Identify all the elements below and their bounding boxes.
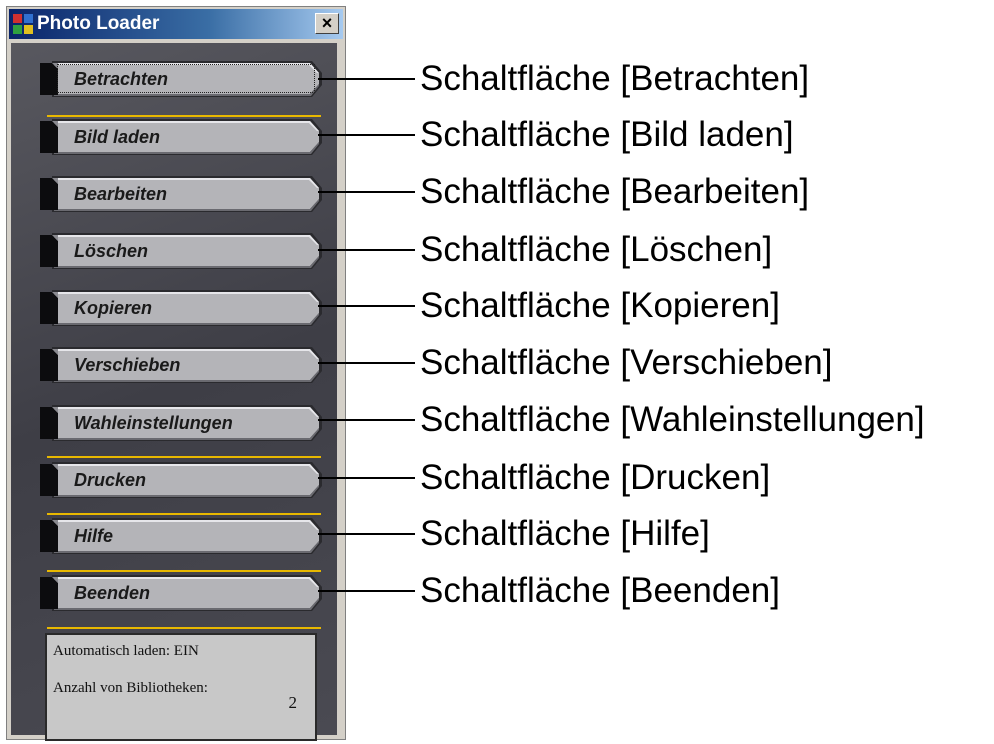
kopieren-button-label: Kopieren <box>74 298 153 318</box>
bearbeiten-button-label: Bearbeiten <box>74 184 168 204</box>
library-count-label: Anzahl von Bibliotheken: <box>53 680 208 696</box>
callout-leader-line <box>318 249 415 251</box>
auto-load-status: Automatisch laden: EIN <box>53 643 199 659</box>
beenden-button-label: Beenden <box>74 583 151 603</box>
kopieren-button[interactable]: Kopieren <box>38 288 325 328</box>
bild-laden-button[interactable]: Bild laden <box>38 117 325 157</box>
callout-label: Schaltfläche [Verschieben] <box>420 343 833 382</box>
close-button[interactable]: × <box>315 13 339 34</box>
hilfe-button[interactable]: Hilfe <box>38 516 325 556</box>
loeschen-button[interactable]: Löschen <box>38 231 325 271</box>
callout-leader-line <box>318 533 415 535</box>
callout-leader-line <box>318 362 415 364</box>
window-title: Photo Loader <box>37 13 160 34</box>
callout-leader-line <box>318 477 415 479</box>
photo-loader-window: Photo Loader × Automatisch laden: EIN An… <box>6 6 346 741</box>
callout-label: Schaltfläche [Wahleinstellungen] <box>420 400 925 439</box>
callout-label: Schaltfläche [Kopieren] <box>420 286 780 325</box>
title-bar[interactable]: Photo Loader × <box>9 9 343 39</box>
verschieben-button[interactable]: Verschieben <box>38 345 325 385</box>
separator-line <box>47 115 321 117</box>
drucken-button[interactable]: Drucken <box>38 460 325 500</box>
drucken-button-label: Drucken <box>74 470 147 490</box>
callout-leader-line <box>318 590 415 592</box>
status-box: Automatisch laden: EIN Anzahl von Biblio… <box>45 633 317 741</box>
callout-leader-line <box>318 305 415 307</box>
loeschen-button-label: Löschen <box>74 241 149 261</box>
callout-leader-line <box>318 419 415 421</box>
bild-laden-button-label: Bild laden <box>74 127 161 147</box>
callout-leader-line <box>318 134 415 136</box>
wahleinstellungen-button-label: Wahleinstellungen <box>74 413 233 433</box>
bearbeiten-button[interactable]: Bearbeiten <box>38 174 325 214</box>
hilfe-button-label: Hilfe <box>74 526 114 546</box>
callout-label: Schaltfläche [Beenden] <box>420 571 780 610</box>
separator-line <box>47 513 321 515</box>
callout-leader-line <box>318 191 415 193</box>
photo-loader-app-icon <box>13 14 33 34</box>
callout-label: Schaltfläche [Betrachten] <box>420 59 810 98</box>
callout-label: Schaltfläche [Bild laden] <box>420 115 794 154</box>
wahleinstellungen-button[interactable]: Wahleinstellungen <box>38 403 325 443</box>
callout-label: Schaltfläche [Bearbeiten] <box>420 172 810 211</box>
separator-line <box>47 627 321 629</box>
separator-line <box>47 456 321 458</box>
callout-label: Schaltfläche [Löschen] <box>420 230 773 269</box>
callout-label: Schaltfläche [Drucken] <box>420 458 771 497</box>
betrachten-button-label: Betrachten <box>74 69 169 89</box>
beenden-button[interactable]: Beenden <box>38 573 325 613</box>
callout-leader-line <box>318 78 415 80</box>
betrachten-button[interactable]: Betrachten <box>38 59 325 99</box>
callout-label: Schaltfläche [Hilfe] <box>420 514 710 553</box>
library-count-value: 2 <box>288 693 298 712</box>
separator-line <box>47 570 321 572</box>
verschieben-button-label: Verschieben <box>74 355 181 375</box>
close-icon: × <box>321 13 333 33</box>
